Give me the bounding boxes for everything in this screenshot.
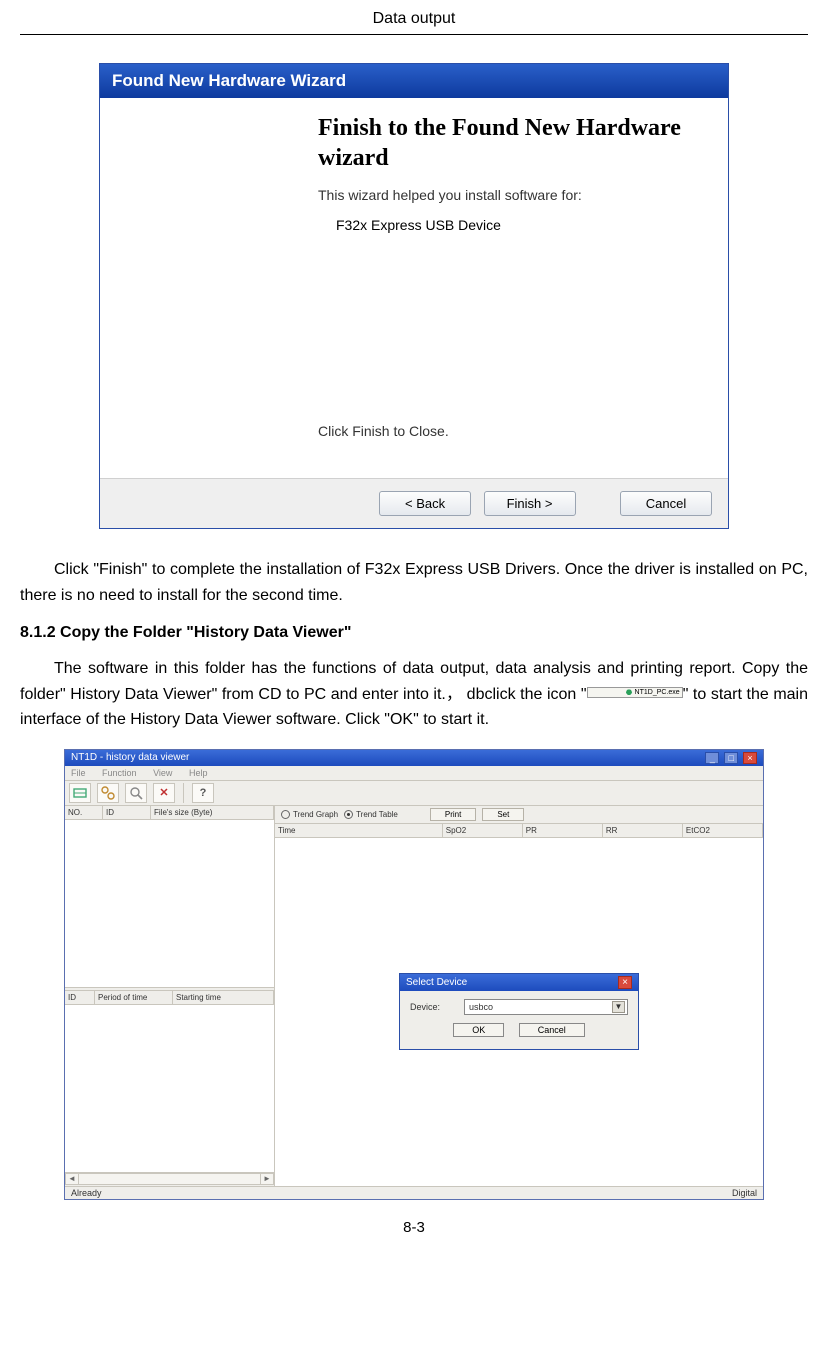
menu-file[interactable]: File: [71, 768, 86, 778]
app-menubar: File Function View Help: [65, 766, 763, 781]
scroll-right-icon[interactable]: ►: [260, 1173, 274, 1185]
select-device-dialog: Select Device × Device: usbco ▼: [399, 973, 639, 1050]
menu-view[interactable]: View: [153, 768, 172, 778]
scroll-left-icon[interactable]: ◄: [65, 1173, 79, 1185]
radio-trend-graph[interactable]: Trend Graph: [281, 810, 338, 819]
col-spo2[interactable]: SpO2: [443, 824, 523, 837]
wizard-heading: Finish to the Found New Hardware wizard: [318, 113, 710, 173]
wizard-helped-text: This wizard helped you install software …: [318, 187, 710, 203]
minimize-button[interactable]: _: [705, 752, 719, 764]
radio-trend-graph-label: Trend Graph: [293, 810, 338, 819]
wizard-screenshot: Found New Hardware Wizard Finish to the …: [20, 63, 808, 529]
col-period[interactable]: Period of time: [95, 991, 173, 1004]
paragraph-copy-folder: The software in this folder has the func…: [20, 656, 808, 733]
maximize-button[interactable]: □: [724, 752, 738, 764]
nt1d-exe-icon-label: NT1D_PC.exe: [635, 689, 680, 696]
set-button[interactable]: Set: [482, 808, 524, 821]
window-buttons: _ □ ×: [703, 752, 757, 764]
wizard-instruction: Click Finish to Close.: [318, 423, 710, 439]
section-heading-812: 8.1.2 Copy the Folder "History Data View…: [20, 624, 808, 642]
back-button[interactable]: < Back: [379, 491, 471, 516]
finish-button[interactable]: Finish >: [484, 491, 576, 516]
left-bottom-grid-header: ID Period of time Starting time: [65, 991, 274, 1005]
col-etco2[interactable]: EtCO2: [683, 824, 763, 837]
dropdown-arrow-icon[interactable]: ▼: [612, 1001, 625, 1013]
left-top-grid-header: NO. ID File's size (Byte): [65, 806, 274, 820]
app-title: NT1D - history data viewer: [71, 752, 189, 763]
toolbar-delete-icon[interactable]: ✕: [153, 783, 175, 803]
left-top-grid-body[interactable]: [65, 820, 274, 987]
right-grid-body[interactable]: Select Device × Device: usbco ▼: [275, 838, 763, 1186]
col-rr[interactable]: RR: [603, 824, 683, 837]
print-button[interactable]: Print: [430, 808, 476, 821]
history-data-viewer-screenshot: NT1D - history data viewer _ □ × File Fu…: [20, 749, 808, 1201]
left-panel: NO. ID File's size (Byte) ID Period of t…: [65, 806, 275, 1186]
toolbar-help-icon[interactable]: ?: [192, 783, 214, 803]
left-scrollbar[interactable]: ◄ ►: [65, 1172, 274, 1186]
dialog-close-icon[interactable]: ×: [618, 976, 632, 989]
toolbar-icon-1[interactable]: [69, 783, 91, 803]
col-time[interactable]: Time: [275, 824, 443, 837]
dialog-cancel-button[interactable]: Cancel: [519, 1023, 585, 1037]
right-panel: Trend Graph Trend Table Print Set Time S…: [275, 806, 763, 1186]
wizard-device-name: F32x Express USB Device: [336, 217, 710, 233]
wizard-titlebar: Found New Hardware Wizard: [100, 64, 728, 98]
nt1d-exe-icon: NT1D_PC.exe: [587, 687, 683, 698]
right-grid-header: Time SpO2 PR RR EtCO2: [275, 824, 763, 838]
cancel-button[interactable]: Cancel: [620, 491, 712, 516]
toolbar-icon-2[interactable]: [97, 783, 119, 803]
menu-help[interactable]: Help: [189, 768, 208, 778]
dialog-ok-button[interactable]: OK: [453, 1023, 504, 1037]
app-statusbar: Already Digital: [65, 1186, 763, 1199]
wizard-side-panel: [100, 98, 300, 478]
col-filesize[interactable]: File's size (Byte): [151, 806, 274, 819]
page-header: Data output: [20, 10, 808, 35]
left-bottom-grid-body[interactable]: [65, 1005, 274, 1172]
page-number: 8-3: [20, 1219, 808, 1236]
device-label: Device:: [410, 1002, 464, 1012]
radio-trend-table[interactable]: Trend Table: [344, 810, 398, 819]
trend-tab-row: Trend Graph Trend Table Print Set: [275, 806, 763, 824]
col-id[interactable]: ID: [103, 806, 151, 819]
col-no[interactable]: NO.: [65, 806, 103, 819]
col-starting[interactable]: Starting time: [173, 991, 274, 1004]
toolbar-icon-3[interactable]: [125, 783, 147, 803]
dialog-title: Select Device: [406, 977, 467, 988]
app-toolbar: ✕ ?: [65, 781, 763, 806]
col-id2[interactable]: ID: [65, 991, 95, 1004]
status-left: Already: [71, 1188, 102, 1198]
close-button[interactable]: ×: [743, 752, 757, 764]
device-select[interactable]: usbco ▼: [464, 999, 628, 1015]
menu-function[interactable]: Function: [102, 768, 137, 778]
device-select-value: usbco: [469, 1002, 493, 1012]
radio-trend-table-label: Trend Table: [356, 810, 398, 819]
col-pr[interactable]: PR: [523, 824, 603, 837]
paragraph-finish: Click "Finish" to complete the installat…: [20, 557, 808, 608]
status-right: Digital: [732, 1188, 757, 1198]
